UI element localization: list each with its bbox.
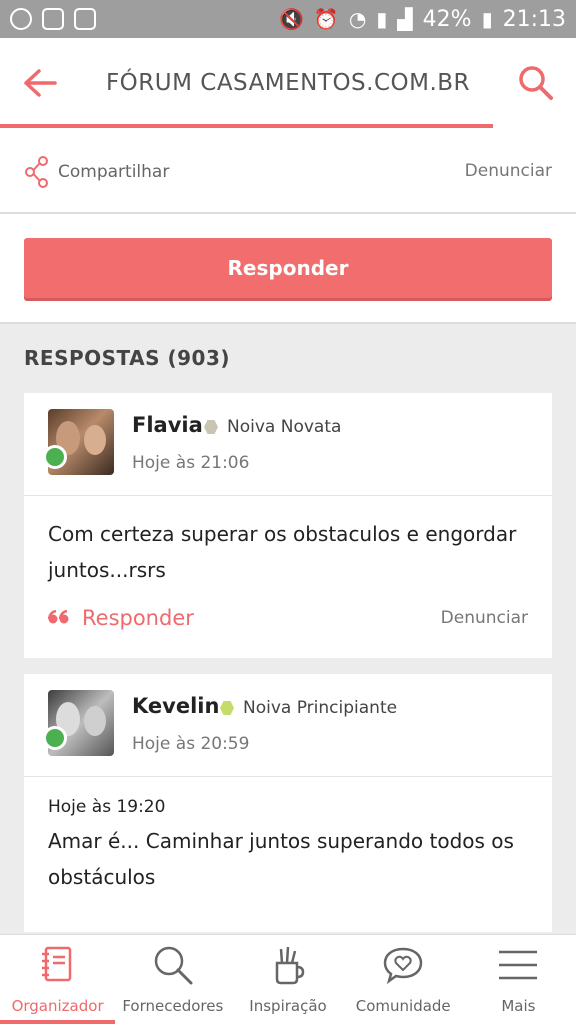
mute-icon: 🔇 <box>279 7 304 31</box>
answer-message: Amar é... Caminhar juntos superando todo… <box>48 829 514 889</box>
answer-body: Com certeza superar os obstaculos e engo… <box>24 496 552 588</box>
nav-item-inspiracao[interactable]: Inspiração <box>230 935 345 1024</box>
online-status-dot <box>43 445 67 469</box>
answer-reply-button[interactable]: Responder <box>48 606 194 630</box>
nav-label: Organizador <box>11 997 104 1015</box>
answer-card: Flavia Noiva Novata Hoje às 21:06 Com ce… <box>24 393 552 658</box>
answer-reply-label: Responder <box>82 606 194 630</box>
pencil-cup-icon <box>275 946 305 985</box>
answer-header: Flavia Noiva Novata Hoje às 21:06 <box>24 393 552 496</box>
user-badge: Noiva Novata <box>204 417 341 437</box>
search-icon <box>154 946 193 985</box>
user-badge: Noiva Principiante <box>220 698 397 718</box>
user-name[interactable]: Flavia <box>132 413 203 437</box>
battery-icon: ▮ <box>481 7 493 31</box>
menu-icon <box>499 950 538 980</box>
user-name[interactable]: Kevelin <box>132 694 219 718</box>
answers-heading: RESPOSTAS (903) <box>24 346 230 370</box>
post-time: Hoje às 21:06 <box>132 453 250 473</box>
online-status-dot <box>43 726 67 750</box>
signal-icon: ▟ <box>397 7 413 31</box>
nav-item-fornecedores[interactable]: Fornecedores <box>115 935 230 1024</box>
hexagon-icon <box>204 420 218 434</box>
nav-item-organizador[interactable]: Organizador <box>0 935 116 1024</box>
answer-header: Kevelin Noiva Principiante Hoje às 20:59 <box>24 674 552 777</box>
answer-card: Kevelin Noiva Principiante Hoje às 20:59… <box>24 674 552 932</box>
nav-label: Fornecedores <box>122 997 224 1015</box>
status-bar: 🔇 ⏰ ◔ ▮ ▟ 42% ▮ 21:13 <box>0 0 576 38</box>
answer-body: Hoje às 19:20 Amar é... Caminhar juntos … <box>24 777 552 895</box>
outlook-icon <box>74 8 96 30</box>
whatsapp-icon <box>10 8 32 30</box>
back-arrow-icon <box>24 69 57 97</box>
share-section: Compartilhar Denunciar <box>0 128 576 214</box>
nav-label: Inspiração <box>249 997 327 1015</box>
nav-label: Mais <box>501 997 536 1015</box>
search-button[interactable] <box>496 38 576 128</box>
bottom-navigation: Organizador Fornecedores Inspiração Comu… <box>0 934 576 1024</box>
page-title: FÓRUM CASAMENTOS.COM.BR <box>105 70 471 96</box>
gallery-icon <box>42 8 64 30</box>
share-label: Compartilhar <box>58 162 170 182</box>
wifi-icon: ◔ <box>348 7 367 31</box>
clock: 21:13 <box>502 6 566 32</box>
battery-percent: 42% <box>422 6 472 32</box>
nav-item-comunidade[interactable]: Comunidade <box>346 935 461 1024</box>
answer-message: Com certeza superar os obstaculos e engo… <box>48 522 517 582</box>
answer-actions: Responder Denunciar <box>48 600 528 636</box>
back-button[interactable] <box>0 38 80 128</box>
share-button[interactable]: Compartilhar <box>24 156 169 188</box>
badge-label: Noiva Principiante <box>243 698 398 718</box>
share-icon <box>25 156 48 188</box>
nav-item-mais[interactable]: Mais <box>461 935 576 1024</box>
report-topic-link[interactable]: Denunciar <box>465 161 552 181</box>
hexagon-icon <box>220 701 234 715</box>
quote-icon <box>48 610 69 624</box>
reply-button[interactable]: Responder <box>24 238 552 298</box>
notebook-icon <box>41 946 71 982</box>
badge-label: Noiva Novata <box>227 417 342 437</box>
answer-report-link[interactable]: Denunciar <box>441 608 528 628</box>
app-header: FÓRUM CASAMENTOS.COM.BR <box>0 38 576 128</box>
quoted-time: Hoje às 19:20 <box>48 797 166 817</box>
search-icon <box>519 66 553 100</box>
chat-heart-icon <box>383 947 423 985</box>
sim-icon: ▮ <box>376 7 388 31</box>
reply-area: Responder <box>0 214 576 324</box>
alarm-icon: ⏰ <box>313 7 339 31</box>
post-time: Hoje às 20:59 <box>132 734 250 754</box>
nav-label: Comunidade <box>355 997 451 1015</box>
